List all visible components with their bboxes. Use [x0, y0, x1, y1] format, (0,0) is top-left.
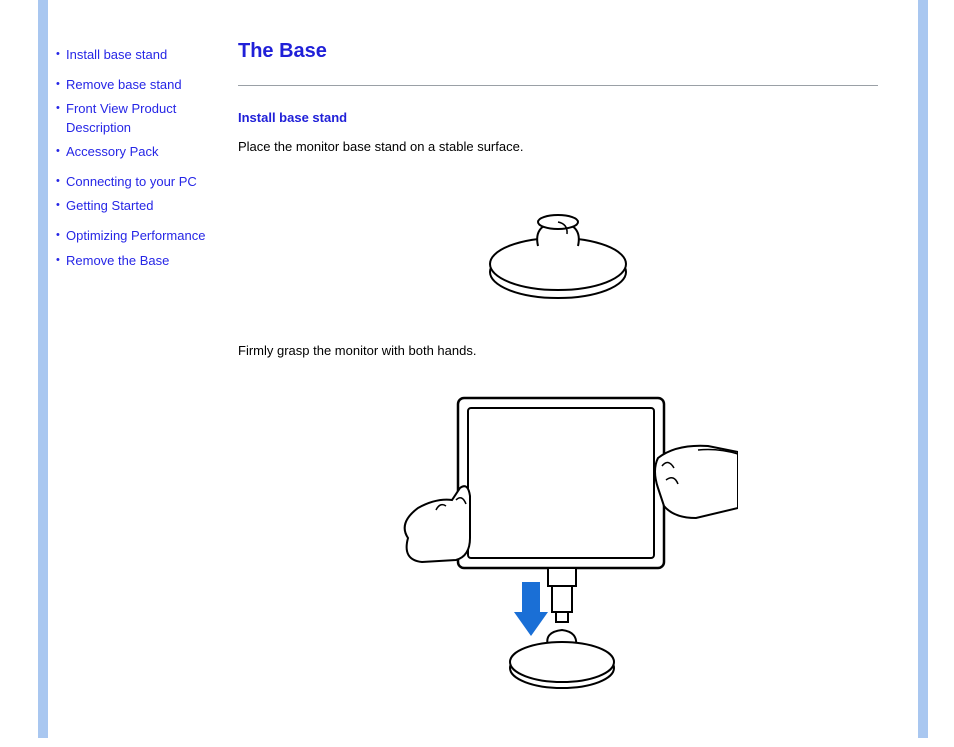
bullet-icon: •	[56, 143, 66, 160]
nav-label: Install base stand	[66, 46, 167, 64]
bullet-icon: •	[56, 252, 66, 269]
nav-install-base-stand[interactable]: • Install base stand	[56, 46, 216, 64]
nav-label: Getting Started	[66, 197, 153, 215]
sidebar-nav: • Install base stand • Remove base stand…	[56, 46, 216, 282]
nav-group: • Remove base stand • Front View Product…	[56, 76, 216, 161]
divider	[238, 85, 878, 86]
nav-optimizing-performance[interactable]: • Optimizing Performance	[56, 227, 216, 245]
bullet-icon: •	[56, 46, 66, 63]
left-hand-icon	[405, 486, 470, 562]
bullet-icon: •	[56, 76, 66, 93]
nav-accessory-pack[interactable]: • Accessory Pack	[56, 143, 216, 161]
left-accent-bar	[38, 0, 48, 738]
section-heading: Install base stand	[238, 110, 878, 125]
nav-label: Optimizing Performance	[66, 227, 205, 245]
nav-label: Remove the Base	[66, 252, 169, 270]
figure-base-stand	[238, 184, 878, 307]
step-2-text: Firmly grasp the monitor with both hands…	[238, 343, 878, 358]
grasp-monitor-illustration	[378, 388, 738, 708]
nav-label: Accessory Pack	[66, 143, 158, 161]
bullet-icon: •	[56, 100, 66, 117]
nav-group: • Connecting to your PC • Getting Starte…	[56, 173, 216, 215]
bullet-icon: •	[56, 227, 66, 244]
down-arrow-icon	[514, 582, 548, 636]
nav-group: • Install base stand	[56, 46, 216, 64]
nav-label: Front View Product Description	[66, 100, 216, 136]
right-hand-icon	[655, 446, 738, 518]
base-stand-illustration	[463, 184, 653, 304]
figure-grasp-monitor	[238, 388, 878, 711]
nav-group: • Optimizing Performance • Remove the Ba…	[56, 227, 216, 269]
main-content: The Base Install base stand Place the mo…	[238, 40, 878, 747]
nav-getting-started[interactable]: • Getting Started	[56, 197, 216, 215]
step-1-text: Place the monitor base stand on a stable…	[238, 139, 878, 154]
bullet-icon: •	[56, 173, 66, 190]
nav-front-view-product-description[interactable]: • Front View Product Description	[56, 100, 216, 136]
nav-remove-the-base[interactable]: • Remove the Base	[56, 252, 216, 270]
nav-remove-base-stand[interactable]: • Remove base stand	[56, 76, 216, 94]
nav-label: Connecting to your PC	[66, 173, 197, 191]
right-accent-bar	[918, 0, 928, 738]
bullet-icon: •	[56, 197, 66, 214]
nav-connecting-to-your-pc[interactable]: • Connecting to your PC	[56, 173, 216, 191]
page-title: The Base	[238, 40, 878, 63]
nav-label: Remove base stand	[66, 76, 182, 94]
